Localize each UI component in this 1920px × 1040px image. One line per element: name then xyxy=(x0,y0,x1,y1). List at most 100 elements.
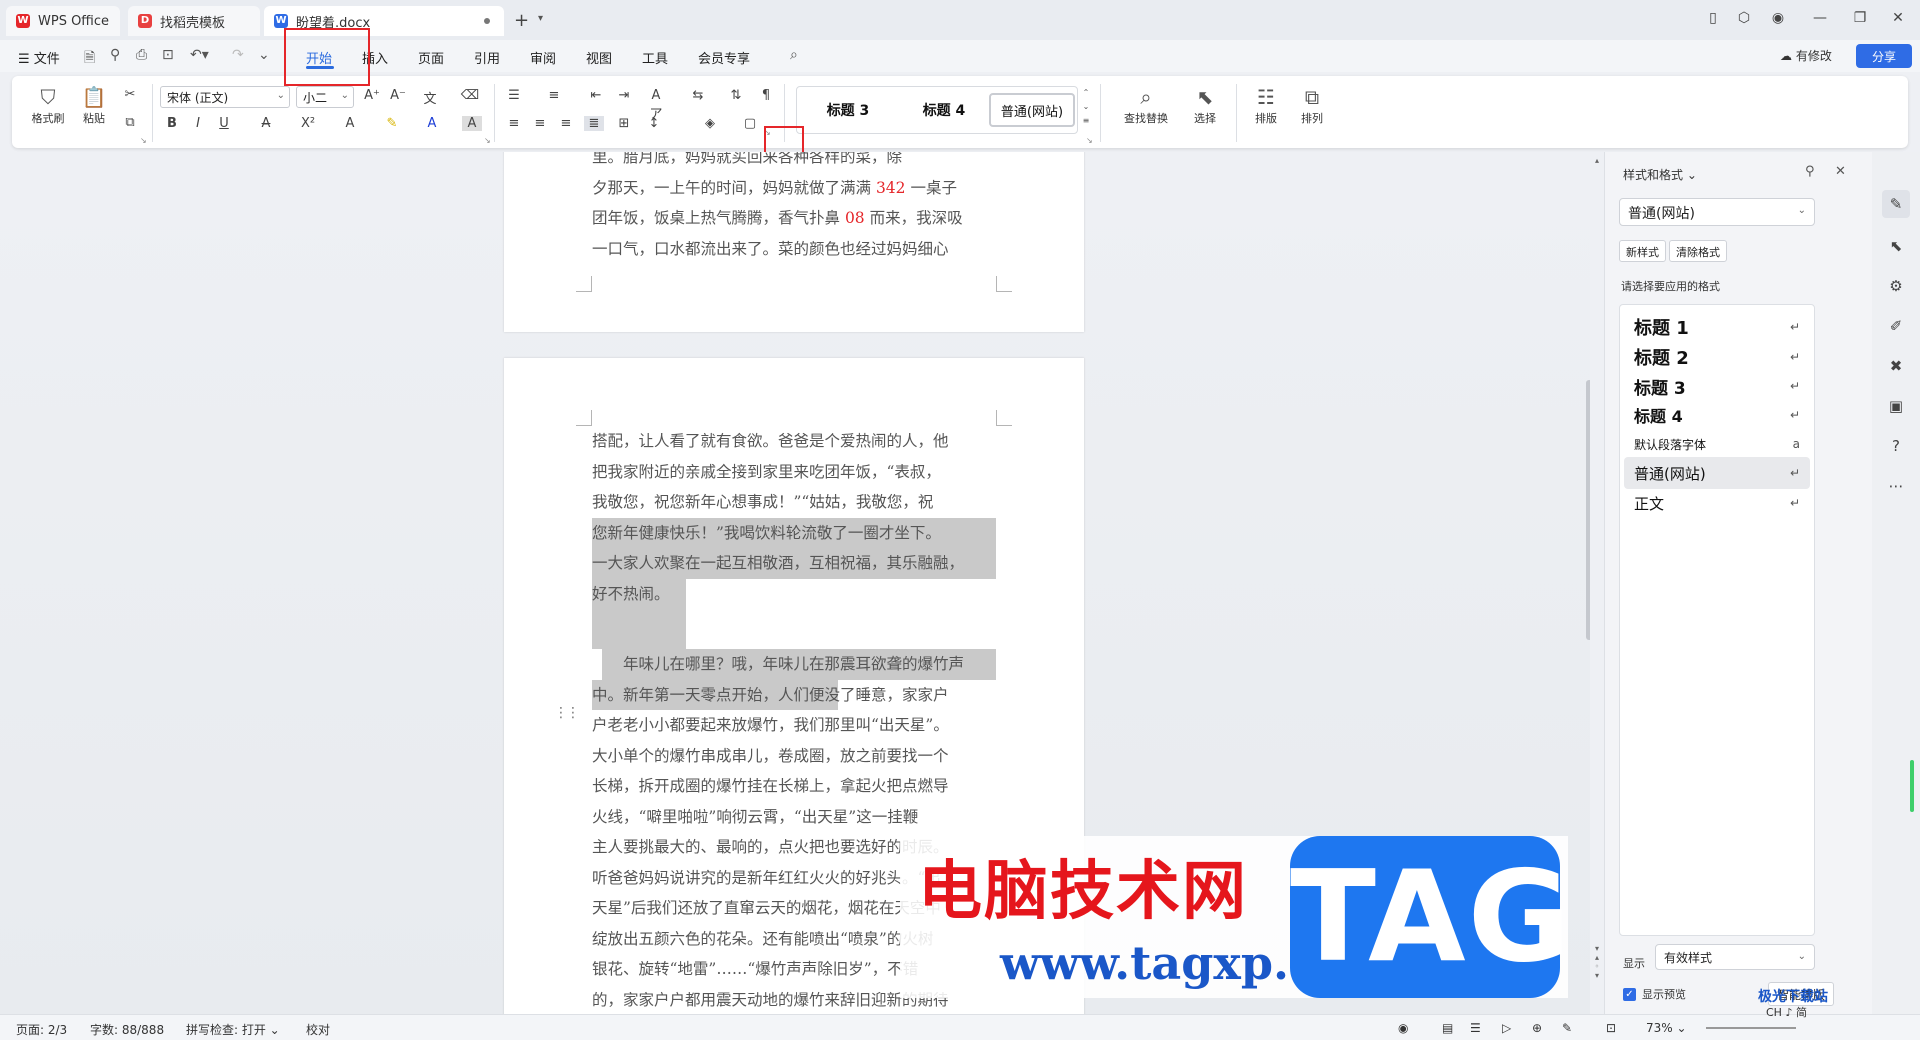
tab-wps-office[interactable]: W WPS Office xyxy=(6,6,120,36)
close-panel-icon[interactable]: ✕ xyxy=(1835,164,1846,179)
search-icon[interactable]: ⌕ xyxy=(790,47,798,63)
pin-icon[interactable]: ⚲ xyxy=(1805,164,1815,179)
align-justify-icon[interactable]: ≣ xyxy=(584,116,604,131)
format-painter-button[interactable]: ⛉ 格式刷 xyxy=(26,84,70,126)
style-heading-4[interactable]: 标题 4 xyxy=(901,93,987,127)
tab-docer[interactable]: D 找稻壳模板 xyxy=(128,6,260,36)
clear-format-icon[interactable]: ⌫ xyxy=(460,88,480,103)
outline-view-icon[interactable]: ☰ xyxy=(1470,1021,1481,1035)
underline-icon[interactable]: U xyxy=(214,116,234,131)
style-pen-icon[interactable]: ✎ xyxy=(1882,190,1910,218)
clear-format-button[interactable]: 清除格式 xyxy=(1669,240,1727,262)
styles-launcher-icon[interactable]: ↘ xyxy=(1086,136,1093,145)
text-effect-icon[interactable]: A xyxy=(340,116,360,131)
align-right-icon[interactable]: ≡ xyxy=(556,116,576,131)
eye-icon[interactable]: ◉ xyxy=(1398,1021,1408,1035)
new-style-button[interactable]: 新样式 xyxy=(1619,240,1666,262)
word-count[interactable]: 字数: 88/888 xyxy=(90,1021,164,1038)
text-direction-icon[interactable]: ⇆ xyxy=(688,88,708,103)
page-1[interactable]: 里。腊月底，妈妈就买回来各种各样的菜，除 夕那天，一上午的时间，妈妈就做了满满 … xyxy=(504,152,1084,332)
copy-icon[interactable]: ⧉ xyxy=(120,115,140,130)
menu-references[interactable]: 引用 xyxy=(474,48,500,67)
show-filter-select[interactable]: 有效样式 ⌄ xyxy=(1655,944,1815,970)
arrange-button[interactable]: ⧉ 排列 xyxy=(1290,84,1334,126)
web-view-icon[interactable]: ⊕ xyxy=(1532,1021,1542,1035)
select-cursor-icon[interactable]: ⬉ xyxy=(1886,236,1906,256)
play-icon[interactable]: ▷ xyxy=(1502,1021,1511,1035)
find-replace-button[interactable]: ⌕ 查找替换 xyxy=(1110,84,1182,126)
page-view-icon[interactable]: ▤ xyxy=(1442,1021,1453,1035)
style-list-item[interactable]: 默认段落字体 a xyxy=(1624,428,1810,460)
fit-icon[interactable]: ⊡ xyxy=(1606,1021,1616,1035)
align-center-icon[interactable]: ≡ xyxy=(530,116,550,131)
font-color-icon[interactable]: A xyxy=(422,116,442,131)
undo-icon[interactable]: ↶▾ xyxy=(190,47,209,63)
spell-check[interactable]: 拼写检查: 打开 ⌄ xyxy=(186,1021,280,1038)
gallery-scroll[interactable]: ⌃ ⌄ ≡ xyxy=(1078,86,1094,134)
menu-page[interactable]: 页面 xyxy=(418,48,444,67)
find-file-icon[interactable]: ⚲ xyxy=(110,47,120,63)
line-spacing-icon[interactable]: ↕ xyxy=(644,116,664,131)
char-shading-icon[interactable]: A xyxy=(462,116,482,131)
menu-tools[interactable]: 工具 xyxy=(642,48,668,67)
phonetic-guide-icon[interactable]: 文 xyxy=(420,88,440,107)
show-marks-icon[interactable]: ¶ xyxy=(756,88,776,103)
print-icon[interactable]: ⎙ xyxy=(136,47,147,63)
proofread[interactable]: 校对 xyxy=(306,1021,330,1038)
print-preview-icon[interactable]: ⊡ xyxy=(162,47,174,63)
clipboard-launcher-icon[interactable]: ↘ xyxy=(140,136,147,145)
shrink-font-icon[interactable]: A⁻ xyxy=(388,88,408,103)
style-heading-3[interactable]: 标题 3 xyxy=(805,93,891,127)
panel-scroll-up-icon[interactable]: ▴ xyxy=(1592,156,1602,165)
minimize-icon[interactable]: — xyxy=(1810,10,1830,26)
layout-icon[interactable]: ▯ xyxy=(1703,10,1723,26)
style-list-item[interactable]: 标题 1 ↵ xyxy=(1624,311,1810,343)
more-icon[interactable]: ⋯ xyxy=(1886,476,1906,496)
zoom-value[interactable]: 73% ⌄ xyxy=(1646,1021,1687,1035)
style-list-item[interactable]: 标题 3 ↵ xyxy=(1624,370,1810,402)
box-icon[interactable]: ⬡ xyxy=(1734,10,1754,26)
grow-font-icon[interactable]: A⁺ xyxy=(362,88,382,103)
chevron-down-icon[interactable]: ▾ xyxy=(538,13,543,24)
tools-icon[interactable]: ✖ xyxy=(1886,356,1906,376)
show-preview-checkbox[interactable]: ✓ 显示预览 xyxy=(1623,986,1686,1002)
page-indicator[interactable]: 页面: 2/3 xyxy=(16,1021,67,1038)
font-launcher-icon[interactable]: ↘ xyxy=(484,136,491,145)
menu-view[interactable]: 视图 xyxy=(586,48,612,67)
layout-button[interactable]: ☷ 排版 xyxy=(1244,84,1288,126)
strikethrough-icon[interactable]: A xyxy=(256,116,276,131)
file-menu[interactable]: ☰ 文件 xyxy=(18,48,60,67)
borders-icon[interactable]: ▢ xyxy=(740,116,760,131)
save-icon[interactable]: 🗎 xyxy=(84,47,95,71)
shading-icon[interactable]: ◈ xyxy=(700,116,720,131)
menu-member[interactable]: 会员专享 xyxy=(698,48,750,67)
superscript-icon[interactable]: X² xyxy=(298,116,318,131)
zoom-slider[interactable] xyxy=(1706,1027,1796,1029)
pen-icon[interactable]: ✎ xyxy=(1562,1021,1572,1035)
edit-status[interactable]: ☁ 有修改 xyxy=(1780,47,1832,64)
cut-icon[interactable]: ✂ xyxy=(120,87,140,102)
panel-title[interactable]: 样式和格式 ⌄ xyxy=(1623,166,1697,183)
share-button[interactable]: 分享 xyxy=(1856,44,1912,68)
sort-icon[interactable]: ⇅ xyxy=(726,88,746,103)
document-scrollbar[interactable] xyxy=(1586,380,1590,640)
more-chevron-icon[interactable]: ⌄ xyxy=(258,47,270,63)
style-list-item-selected[interactable]: 普通(网站) ↵ xyxy=(1624,457,1810,489)
menu-review[interactable]: 审阅 xyxy=(530,48,556,67)
numbering-icon[interactable]: ≡ xyxy=(544,88,564,103)
style-list-item[interactable]: 标题 4 ↵ xyxy=(1624,399,1810,431)
close-icon[interactable]: ✕ xyxy=(1888,10,1908,26)
new-tab-plus-icon[interactable]: + xyxy=(514,10,529,31)
paste-button[interactable]: 📋 粘贴 xyxy=(72,84,116,126)
style-list-item[interactable]: 标题 2 ↵ xyxy=(1624,341,1810,373)
style-list-item[interactable]: 正文 ↵ xyxy=(1624,487,1810,519)
paragraph-drag-handle-icon[interactable]: ⋮⋮ xyxy=(554,705,580,721)
decrease-indent-icon[interactable]: ⇤ xyxy=(586,88,606,103)
style-normal-web[interactable]: 普通(网站) xyxy=(989,93,1075,127)
avatar[interactable]: ◉ xyxy=(1768,10,1788,26)
redo-icon[interactable]: ↷ xyxy=(232,47,244,63)
restore-icon[interactable]: ❐ xyxy=(1850,10,1870,26)
distributed-icon[interactable]: ⊞ xyxy=(614,116,634,131)
bold-icon[interactable]: B xyxy=(162,116,182,131)
panel-scroll-down-icon[interactable]: ▾ ▴ ◦ ▾ xyxy=(1592,944,1602,980)
